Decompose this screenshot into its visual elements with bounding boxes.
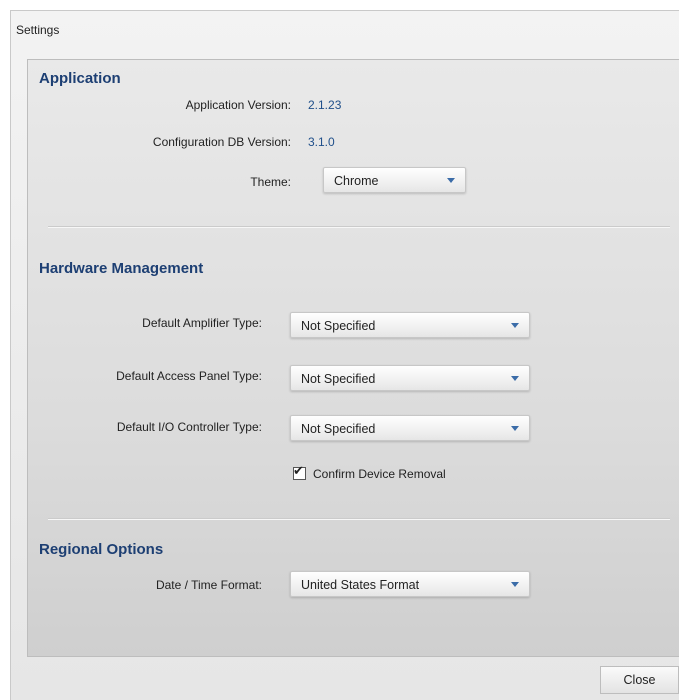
theme-label: Theme:: [250, 175, 291, 189]
chevron-down-icon: [511, 582, 519, 587]
amplifier-type-dropdown-value: Not Specified: [301, 319, 376, 333]
config-db-version-label: Configuration DB Version:: [152, 135, 291, 149]
access-panel-type-dropdown-value: Not Specified: [301, 372, 376, 386]
config-db-version-value: 3.1.0: [308, 135, 335, 149]
io-controller-type-dropdown-value: Not Specified: [301, 422, 376, 436]
io-controller-type-dropdown[interactable]: Not Specified: [290, 415, 530, 441]
datetime-format-dropdown-value: United States Format: [301, 578, 420, 592]
section-divider: [48, 226, 670, 228]
hardware-section-title: Hardware Management: [39, 260, 204, 277]
chevron-down-icon: [447, 178, 455, 183]
confirm-device-removal-checkbox[interactable]: ✔ Confirm Device Removal: [293, 463, 493, 483]
access-panel-type-dropdown[interactable]: Not Specified: [290, 365, 530, 391]
datetime-format-dropdown[interactable]: United States Format: [290, 571, 530, 597]
window-title: Settings: [16, 23, 60, 37]
amplifier-type-dropdown[interactable]: Not Specified: [290, 312, 530, 338]
theme-dropdown-value: Chrome: [334, 174, 379, 188]
chevron-down-icon: [511, 426, 519, 431]
confirm-device-removal-label: Confirm Device Removal: [313, 467, 446, 481]
application-version-value: 2.1.23: [308, 98, 342, 112]
amplifier-type-label: Default Amplifier Type:: [142, 316, 262, 330]
application-section-title: Application: [39, 70, 121, 87]
access-panel-type-label: Default Access Panel Type:: [116, 369, 262, 383]
application-version-label: Application Version:: [185, 98, 291, 112]
checkmark-icon: ✔: [293, 463, 304, 478]
regional-section-title: Regional Options: [39, 541, 164, 558]
io-controller-type-label: Default I/O Controller Type:: [116, 420, 262, 434]
close-button[interactable]: Close: [600, 666, 679, 694]
settings-panel: Application Application Version: 2.1.23 …: [27, 59, 679, 657]
theme-dropdown[interactable]: Chrome: [323, 167, 466, 193]
settings-window: Settings Application Application Version…: [10, 10, 679, 700]
checkbox-box[interactable]: ✔: [293, 463, 306, 480]
chevron-down-icon: [511, 376, 519, 381]
chevron-down-icon: [511, 323, 519, 328]
section-divider: [48, 518, 670, 520]
datetime-format-label: Date / Time Format:: [155, 578, 262, 592]
